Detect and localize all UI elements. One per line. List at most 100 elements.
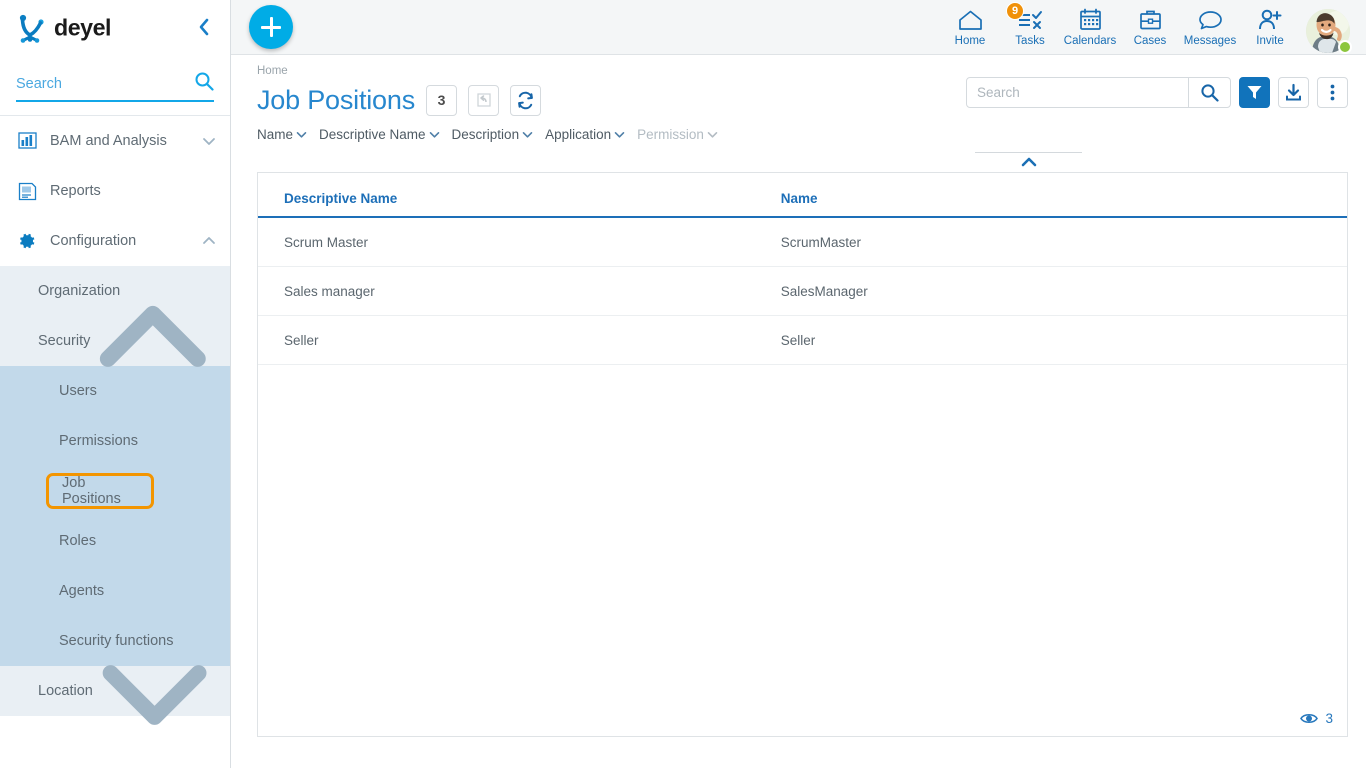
sidebar-item-job-positions-wrapper: Job Positions xyxy=(0,466,230,516)
sidebar-collapse-button[interactable] xyxy=(194,16,214,38)
table-head: Descriptive Name Name xyxy=(258,173,1347,217)
page-header: Home Job Positions 3 xyxy=(231,55,1366,121)
svg-text:deyel: deyel xyxy=(54,15,111,40)
filter-chip-permission[interactable]: Permission xyxy=(637,127,718,142)
cell-name: ScrumMaster xyxy=(781,217,1347,267)
download-button[interactable] xyxy=(1278,77,1309,108)
sidebar-item-job-positions[interactable]: Job Positions xyxy=(46,473,154,509)
table-body: Scrum Master ScrumMaster Sales manager S… xyxy=(258,217,1347,365)
top-bar: Home 9 Tasks xyxy=(231,0,1366,55)
column-header-label: Name xyxy=(781,191,818,206)
top-nav: Home 9 Tasks xyxy=(940,0,1366,55)
filter-chip-descriptive-name[interactable]: Descriptive Name xyxy=(319,127,440,142)
refresh-button[interactable] xyxy=(510,85,541,116)
topnav-item-label: Home xyxy=(955,35,986,47)
tasks-badge: 9 xyxy=(1006,2,1024,20)
chevron-down-icon xyxy=(202,134,216,148)
breadcrumb[interactable]: Home xyxy=(257,65,1348,77)
sidebar-item-roles[interactable]: Roles xyxy=(0,516,230,566)
filter-chip-application[interactable]: Application xyxy=(545,127,625,142)
bar-chart-icon xyxy=(16,130,38,152)
sidebar-item-permissions[interactable]: Permissions xyxy=(0,416,230,466)
sidebar-item-agents[interactable]: Agents xyxy=(0,566,230,616)
page-title: Job Positions xyxy=(257,85,415,116)
page-search[interactable] xyxy=(966,77,1231,108)
deyel-logo-icon xyxy=(16,13,50,43)
topnav-item-home[interactable]: Home xyxy=(940,0,1000,55)
page-search-input[interactable] xyxy=(967,78,1188,107)
table-row[interactable]: Sales manager SalesManager xyxy=(258,267,1347,316)
filter-chip-label: Name xyxy=(257,127,293,142)
sidebar-item-label: Users xyxy=(59,383,97,399)
eye-icon xyxy=(1300,712,1318,725)
filter-button[interactable] xyxy=(1239,77,1270,108)
undo-button[interactable] xyxy=(468,85,499,116)
topnav-item-label: Messages xyxy=(1184,35,1236,47)
filter-chip-row: Name Descriptive Name Description Applic… xyxy=(231,121,1366,142)
gear-icon xyxy=(16,230,38,252)
panel-collapse-strip xyxy=(231,150,1366,172)
sidebar-item-label: BAM and Analysis xyxy=(50,133,202,149)
table-row[interactable]: Seller Seller xyxy=(258,316,1347,365)
report-document-icon xyxy=(16,180,38,202)
sidebar: deyel xyxy=(0,0,231,768)
main-area: Home 9 Tasks xyxy=(231,0,1366,768)
sidebar-item-location[interactable]: Location xyxy=(0,666,230,716)
cell-name: SalesManager xyxy=(781,267,1347,316)
chevron-down-icon xyxy=(296,129,307,140)
sidebar-item-label: Configuration xyxy=(50,233,202,249)
sidebar-item-configuration[interactable]: Configuration xyxy=(0,216,230,266)
results-card: Descriptive Name Name Scrum Master Scrum… xyxy=(257,172,1348,737)
download-icon xyxy=(1284,83,1303,102)
filter-chip-label: Permission xyxy=(637,127,704,142)
brand-wordmark: deyel xyxy=(54,15,165,41)
sidebar-item-label: Permissions xyxy=(59,433,138,449)
sidebar-item-security[interactable]: Security xyxy=(0,316,230,366)
sidebar-item-label: Reports xyxy=(50,183,216,199)
page-search-button[interactable] xyxy=(1188,78,1230,107)
visible-records-count: 3 xyxy=(1325,711,1333,726)
add-new-button[interactable] xyxy=(249,5,293,49)
chevron-down-icon xyxy=(707,129,718,140)
table-header-row: Descriptive Name Name xyxy=(258,173,1347,217)
search-icon[interactable] xyxy=(194,71,214,96)
topnav-item-label: Calendars xyxy=(1064,35,1116,47)
calendar-icon xyxy=(1079,7,1102,33)
column-header-descriptive-name[interactable]: Descriptive Name xyxy=(258,173,781,217)
sidebar-subnav-configuration: Organization Security Users Permissions xyxy=(0,266,230,716)
cell-descriptive-name: Seller xyxy=(258,316,781,365)
filter-chip-label: Descriptive Name xyxy=(319,127,426,142)
sidebar-subnav-security: Users Permissions Job Positions Roles xyxy=(0,366,230,666)
refresh-icon xyxy=(516,91,535,110)
avatar[interactable] xyxy=(1306,9,1352,55)
column-header-label: Descriptive Name xyxy=(284,191,397,206)
topnav-item-messages[interactable]: Messages xyxy=(1180,0,1240,55)
sidebar-item-bam-and-analysis[interactable]: BAM and Analysis xyxy=(0,116,230,166)
job-positions-table: Descriptive Name Name Scrum Master Scrum… xyxy=(258,173,1347,365)
chevron-left-icon xyxy=(198,18,210,36)
topnav-item-invite[interactable]: Invite xyxy=(1240,0,1300,55)
panel-collapse-button[interactable] xyxy=(1020,155,1038,173)
filter-chip-name[interactable]: Name xyxy=(257,127,307,142)
topnav-item-cases[interactable]: Cases xyxy=(1120,0,1180,55)
topnav-item-tasks[interactable]: 9 Tasks xyxy=(1000,0,1060,55)
topnav-item-calendars[interactable]: Calendars xyxy=(1060,0,1120,55)
visible-records-indicator: 3 xyxy=(1300,711,1333,726)
chat-bubble-icon xyxy=(1198,7,1223,33)
column-header-name[interactable]: Name xyxy=(781,173,1347,217)
app-logo[interactable]: deyel xyxy=(16,13,165,43)
more-options-button[interactable] xyxy=(1317,77,1348,108)
application-root: deyel xyxy=(0,0,1366,768)
filter-chip-description[interactable]: Description xyxy=(452,127,534,142)
sidebar-item-label: Roles xyxy=(59,533,96,549)
chevron-up-icon xyxy=(1020,156,1038,168)
sidebar-search-input[interactable] xyxy=(16,71,186,97)
sidebar-item-reports[interactable]: Reports xyxy=(0,166,230,216)
brand-row: deyel xyxy=(0,0,230,56)
sidebar-item-label: Agents xyxy=(59,583,104,599)
user-add-icon xyxy=(1258,7,1283,33)
chevron-down-icon xyxy=(429,129,440,140)
table-row[interactable]: Scrum Master ScrumMaster xyxy=(258,217,1347,267)
topnav-item-label: Invite xyxy=(1256,35,1284,47)
sidebar-search[interactable] xyxy=(16,68,214,102)
